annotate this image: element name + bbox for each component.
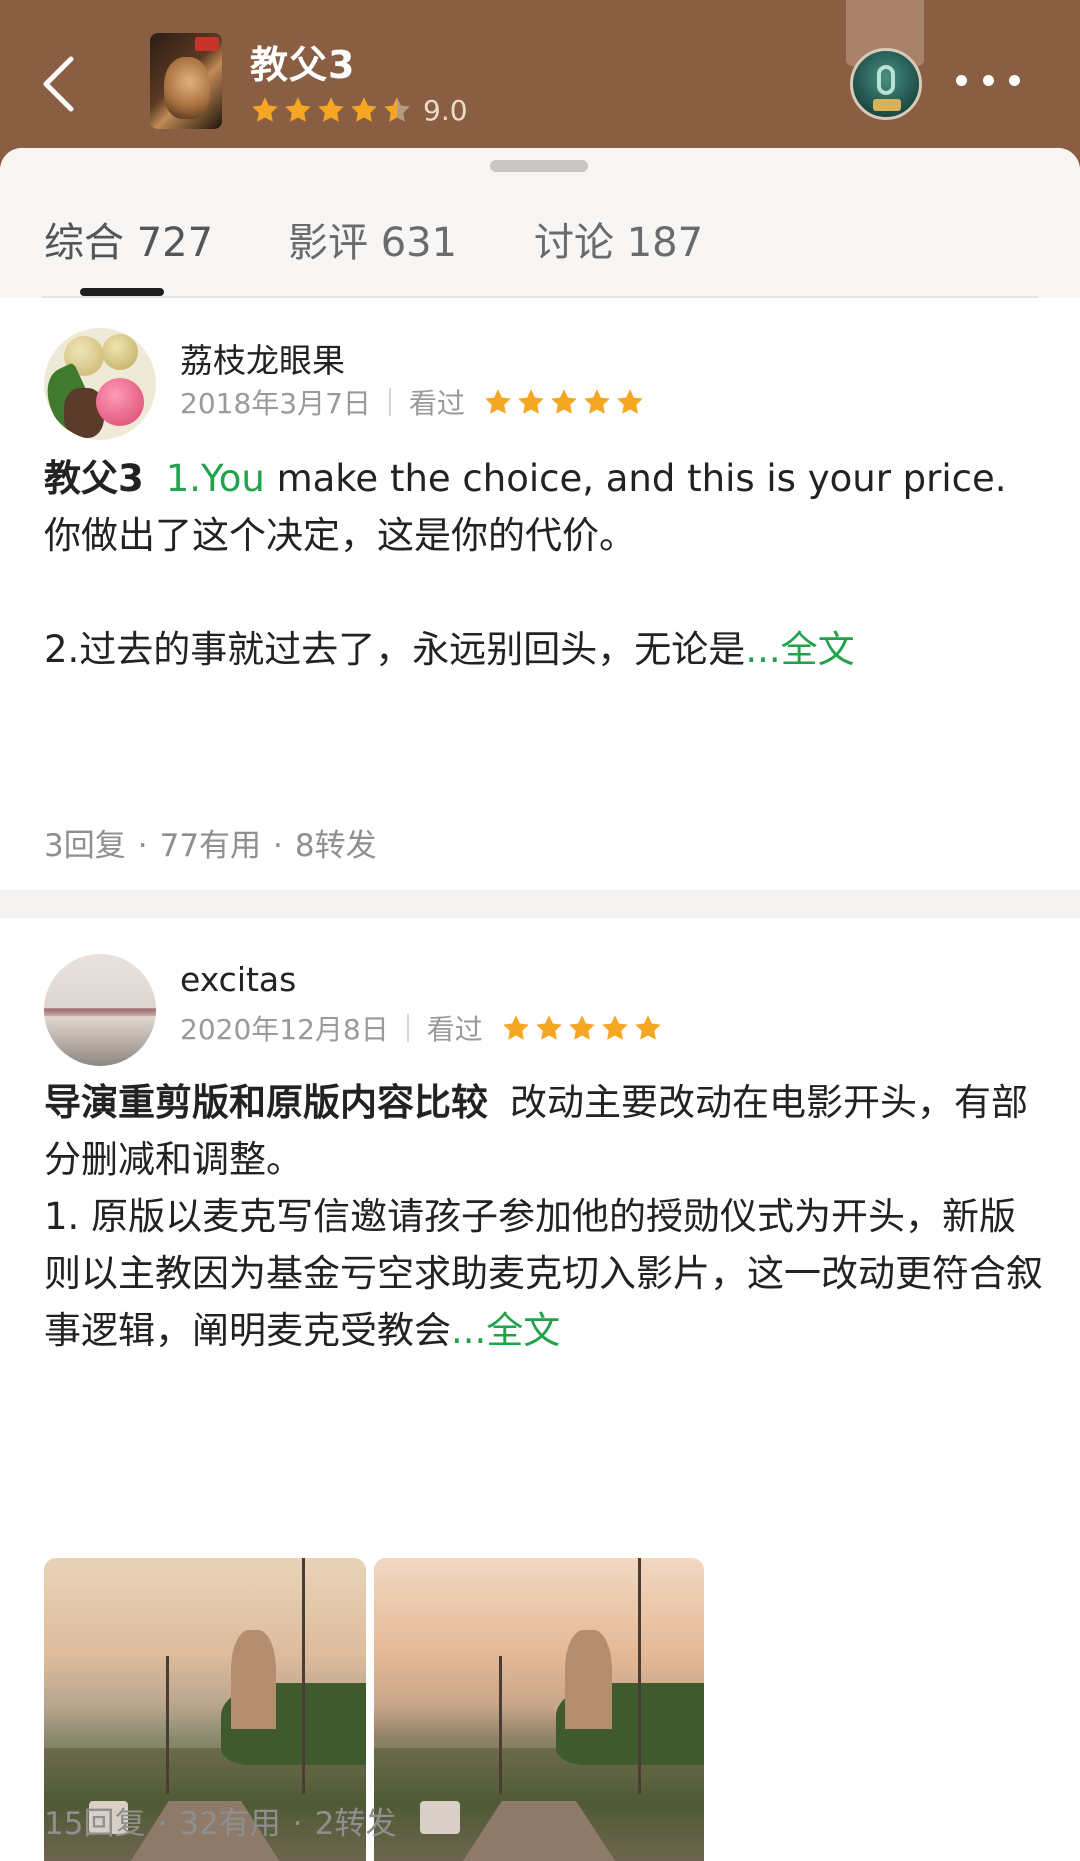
reviewer-name[interactable]: excitas <box>180 960 296 999</box>
review-card[interactable]: excitas 2020年12月8日 看过 导演重剪版和原版内容比较 改动主要改动… <box>0 918 1080 1861</box>
review-body[interactable]: 教父3 1.You make the choice, and this is yo… <box>44 450 1044 678</box>
read-more-link[interactable]: ...全文 <box>451 1309 560 1352</box>
star-icon <box>634 1015 661 1040</box>
back-button[interactable] <box>30 42 86 126</box>
review-meta: 2018年3月7日 看过 <box>180 382 648 422</box>
useful-count[interactable]: 32有用 <box>179 1806 280 1842</box>
star-icon <box>601 1015 628 1040</box>
star-icon <box>584 389 610 414</box>
review-body[interactable]: 导演重剪版和原版内容比较 改动主要改动在电影开头，有部分删减和调整。 1. 原版以… <box>44 1074 1044 1359</box>
useful-count[interactable]: 77有用 <box>160 828 261 864</box>
star-icon <box>485 389 511 414</box>
star-icon <box>518 389 544 414</box>
star-icon <box>535 1015 562 1040</box>
movie-rating: 9.0 <box>250 92 468 128</box>
active-tab-indicator <box>80 288 164 296</box>
reviewer-avatar[interactable] <box>44 328 156 440</box>
movie-header: 教父3 9.0 <box>0 0 1080 160</box>
chevron-left-icon <box>43 56 74 112</box>
user-avatar[interactable] <box>850 48 922 120</box>
reviewer-avatar[interactable] <box>44 954 156 1066</box>
star-icon <box>568 1015 595 1040</box>
review-photo[interactable] <box>374 1558 704 1861</box>
more-dots-icon <box>956 74 967 86</box>
review-meta: 2020年12月8日 看过 <box>180 1008 666 1048</box>
review-star-rating <box>483 387 648 417</box>
movie-poster[interactable] <box>150 33 222 129</box>
tab-reviews[interactable]: 影评 631 <box>288 210 457 268</box>
tab-overall[interactable]: 综合 727 <box>44 210 213 268</box>
meta-divider <box>406 1014 409 1042</box>
watched-label: 看过 <box>426 1013 483 1046</box>
review-stats: 15回复 · 32有用 · 2转发 <box>44 1806 397 1842</box>
reviews-sheet: 综合 727 影评 631 讨论 187 荔枝龙眼果 2018年3月7日 看过 … <box>0 148 1080 1861</box>
replies-count[interactable]: 3回复 <box>44 828 126 864</box>
star-icon <box>502 1015 529 1040</box>
review-text-line: 2.过去的事就过去了，永远别回头，无论是 <box>44 628 746 671</box>
star-icon <box>617 389 643 414</box>
review-text-line: make the choice, and this is your price. <box>264 457 1007 500</box>
review-stats: 3回复 · 77有用 · 8转发 <box>44 828 377 864</box>
review-highlight: 1.You <box>165 457 265 500</box>
tab-discussion[interactable]: 讨论 187 <box>534 210 703 268</box>
star-icon <box>318 97 344 122</box>
star-icon <box>551 389 577 414</box>
reviewer-name[interactable]: 荔枝龙眼果 <box>180 334 345 382</box>
shares-count[interactable]: 2转发 <box>315 1806 397 1842</box>
star-icon <box>384 97 410 122</box>
review-title: 导演重剪版和原版内容比较 <box>44 1081 488 1124</box>
review-date: 2020年12月8日 <box>180 1013 389 1046</box>
watched-label: 看过 <box>408 387 465 420</box>
header-star-rating <box>250 95 415 125</box>
star-icon <box>252 97 278 122</box>
review-date: 2018年3月7日 <box>180 387 371 420</box>
replies-count[interactable]: 15回复 <box>44 1806 145 1842</box>
review-card[interactable]: 荔枝龙眼果 2018年3月7日 看过 教父3 1.You make the cho… <box>0 298 1080 890</box>
section-gap <box>0 890 1080 918</box>
star-icon <box>351 97 377 122</box>
rating-score: 9.0 <box>423 93 468 127</box>
tab-bar: 综合 727 影评 631 讨论 187 <box>0 148 1080 298</box>
review-title: 教父3 <box>44 457 144 500</box>
review-star-rating <box>501 1013 666 1043</box>
movie-title[interactable]: 教父3 <box>250 34 355 89</box>
shares-count[interactable]: 8转发 <box>295 828 377 864</box>
review-text-line: 你做出了这个决定，这是你的代价。 <box>44 514 636 557</box>
drag-handle[interactable] <box>490 160 588 172</box>
more-button[interactable] <box>956 60 1020 100</box>
star-icon <box>285 97 311 122</box>
meta-divider <box>388 388 391 416</box>
read-more-link[interactable]: ...全文 <box>745 628 854 671</box>
